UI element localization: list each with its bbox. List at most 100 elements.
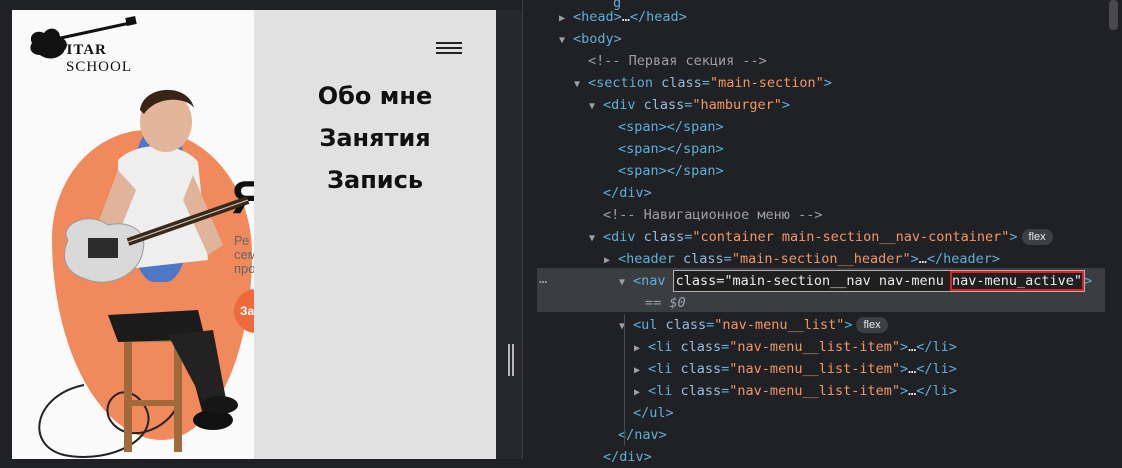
site-preview: GUITAR SCHOOL Я Ре сем про За Обо мне За… bbox=[12, 10, 496, 459]
code-token: <div bbox=[603, 97, 644, 113]
hero-section: GUITAR SCHOOL Я Ре сем про За bbox=[12, 10, 254, 459]
collapse-arrow-icon[interactable]: ▼ bbox=[574, 74, 588, 96]
attribute-text: class="main-section__nav nav-menu bbox=[675, 273, 944, 289]
collapse-arrow-icon[interactable]: ▼ bbox=[619, 272, 633, 294]
attribute-edit-field[interactable]: class="main-section__nav nav-menu nav-me… bbox=[672, 270, 1086, 292]
code-token: > bbox=[823, 75, 832, 91]
code-token: > bbox=[844, 317, 853, 333]
code-token: > bbox=[899, 361, 909, 377]
code-token: = bbox=[723, 251, 732, 267]
code-token: <div bbox=[603, 229, 644, 245]
nav-open-tag: <nav bbox=[633, 273, 666, 289]
code-token: "nav-menu__list" bbox=[714, 317, 845, 333]
nav-link-lessons[interactable]: Занятия bbox=[319, 124, 430, 152]
code-token: <li bbox=[648, 361, 681, 377]
code-token: class bbox=[665, 317, 707, 333]
expand-arrow-icon[interactable]: ▶ bbox=[634, 382, 648, 404]
scrollbar-thumb[interactable] bbox=[1109, 0, 1118, 30]
code-token: </li> bbox=[916, 383, 957, 399]
code-token: > bbox=[781, 97, 790, 113]
hamburger-menu-icon[interactable] bbox=[436, 42, 464, 56]
code-token: > bbox=[1009, 229, 1018, 245]
dom-tree-line[interactable]: ▶ <head>…</head> bbox=[559, 6, 687, 28]
code-token: "main-section" bbox=[709, 75, 824, 91]
nav-link-signup[interactable]: Запись bbox=[327, 166, 423, 194]
code-token: … bbox=[918, 251, 927, 267]
code-token: <section bbox=[588, 75, 662, 91]
code-token: <body> bbox=[573, 31, 622, 47]
code-token: "nav-menu__list-item" bbox=[729, 383, 900, 399]
flex-badge[interactable]: flex bbox=[1021, 229, 1053, 245]
code-token: "nav-menu__list-item" bbox=[729, 339, 900, 355]
code-token: </div> bbox=[603, 449, 652, 465]
nav-menu-panel: Обо мне Занятия Запись bbox=[254, 10, 496, 459]
code-token: "nav-menu__list-item" bbox=[729, 361, 900, 377]
collapse-arrow-icon[interactable]: ▼ bbox=[589, 228, 603, 250]
dom-tree-line[interactable]: ▼ <div class="container main-section__nav… bbox=[589, 226, 1053, 248]
code-token: > bbox=[910, 251, 919, 267]
collapse-arrow-icon[interactable]: ▼ bbox=[619, 316, 633, 338]
guitarist-photo bbox=[64, 89, 250, 452]
code-token: </head> bbox=[629, 9, 687, 25]
code-token: <li bbox=[648, 383, 681, 399]
code-token: class bbox=[661, 75, 702, 91]
code-token: <span></span> bbox=[618, 119, 724, 135]
splitter-grip-icon[interactable] bbox=[508, 344, 514, 376]
dom-tree-line[interactable]: ▶ <li class="nav-menu__list-item">…</li> bbox=[634, 380, 957, 402]
code-token: </nav> bbox=[618, 427, 667, 443]
dom-tree-line[interactable]: </nav> bbox=[604, 424, 667, 446]
expand-arrow-icon[interactable]: ▶ bbox=[634, 338, 648, 360]
code-token: class bbox=[683, 251, 724, 267]
code-token: class bbox=[680, 339, 722, 355]
dom-tree-line[interactable]: ▶ <li class="nav-menu__list-item">…</li> bbox=[634, 336, 957, 358]
panel-splitter[interactable] bbox=[496, 10, 522, 459]
logo-text-school: SCHOOL bbox=[66, 59, 133, 75]
dom-tree-line[interactable]: <span></span> bbox=[604, 138, 724, 160]
dom-tree-line[interactable]: <!-- Первая секция --> bbox=[574, 50, 767, 72]
dom-tree-line[interactable]: ▼ <div class="hamburger"> bbox=[589, 94, 790, 116]
dom-tree-line[interactable]: </ul> bbox=[619, 402, 674, 424]
code-token: class bbox=[643, 229, 685, 245]
code-token: > bbox=[899, 383, 909, 399]
dom-tree-line[interactable]: <span></span> bbox=[604, 160, 724, 182]
code-token: </li> bbox=[916, 339, 957, 355]
nav-menu-item: Обо мне bbox=[254, 78, 496, 120]
code-token: <head> bbox=[573, 9, 622, 25]
code-token: class bbox=[680, 383, 722, 399]
devtools-scrollbar[interactable] bbox=[1105, 0, 1122, 459]
flex-badge[interactable]: flex bbox=[856, 317, 888, 333]
nav-menu-item: Запись bbox=[254, 162, 496, 204]
console-reference-label: == $0 bbox=[645, 295, 686, 311]
expand-arrow-icon[interactable]: ▶ bbox=[634, 360, 648, 382]
dom-tree-line[interactable]: ▼ <body> bbox=[559, 28, 622, 50]
nav-close-bracket: > bbox=[1084, 273, 1093, 289]
code-token: <header bbox=[618, 251, 684, 267]
dom-tree-line[interactable]: ▶ <header class="main-section__header">…<… bbox=[604, 248, 1000, 270]
collapse-arrow-icon[interactable]: ▼ bbox=[589, 96, 603, 118]
code-token: <!-- Навигационное меню --> bbox=[603, 207, 823, 223]
collapse-arrow-icon[interactable]: ▼ bbox=[559, 30, 573, 52]
expand-arrow-icon[interactable]: ▶ bbox=[604, 250, 618, 272]
selected-nav-line[interactable]: ▼ <nav class="main-section__nav nav-menu … bbox=[619, 270, 1092, 292]
dom-tree-line[interactable]: ▼ <section class="main-section"> bbox=[574, 72, 832, 94]
nav-menu-item: Занятия bbox=[254, 120, 496, 162]
code-token: <span></span> bbox=[618, 163, 724, 179]
dom-tree-line[interactable]: ▶ <li class="nav-menu__list-item">…</li> bbox=[634, 358, 957, 380]
code-token: class bbox=[643, 97, 685, 113]
nav-menu-list: Обо мне Занятия Запись bbox=[254, 78, 496, 204]
nav-link-about[interactable]: Обо мне bbox=[318, 82, 432, 110]
code-token: </header> bbox=[926, 251, 1001, 267]
dom-tree-line[interactable]: </div> bbox=[589, 182, 652, 204]
code-token: "main-section__header" bbox=[731, 251, 911, 267]
dom-tree-line[interactable]: ▼ <ul class="nav-menu__list"> flex bbox=[619, 314, 888, 336]
dom-tree-line[interactable]: <span></span> bbox=[604, 116, 724, 138]
logo-text-guitar: GUITAR bbox=[42, 42, 107, 58]
dom-tree-line[interactable]: </div> bbox=[589, 446, 652, 468]
code-token: <!-- Первая секция --> bbox=[588, 53, 767, 69]
more-actions-icon[interactable]: … bbox=[539, 268, 547, 290]
code-token: "container main-section__nav-container" bbox=[692, 229, 1010, 245]
devtools-gutter bbox=[522, 0, 538, 459]
expand-arrow-icon[interactable]: ▶ bbox=[559, 8, 573, 30]
dom-tree-line[interactable]: <!-- Навигационное меню --> bbox=[589, 204, 822, 226]
code-token: … bbox=[621, 9, 630, 25]
